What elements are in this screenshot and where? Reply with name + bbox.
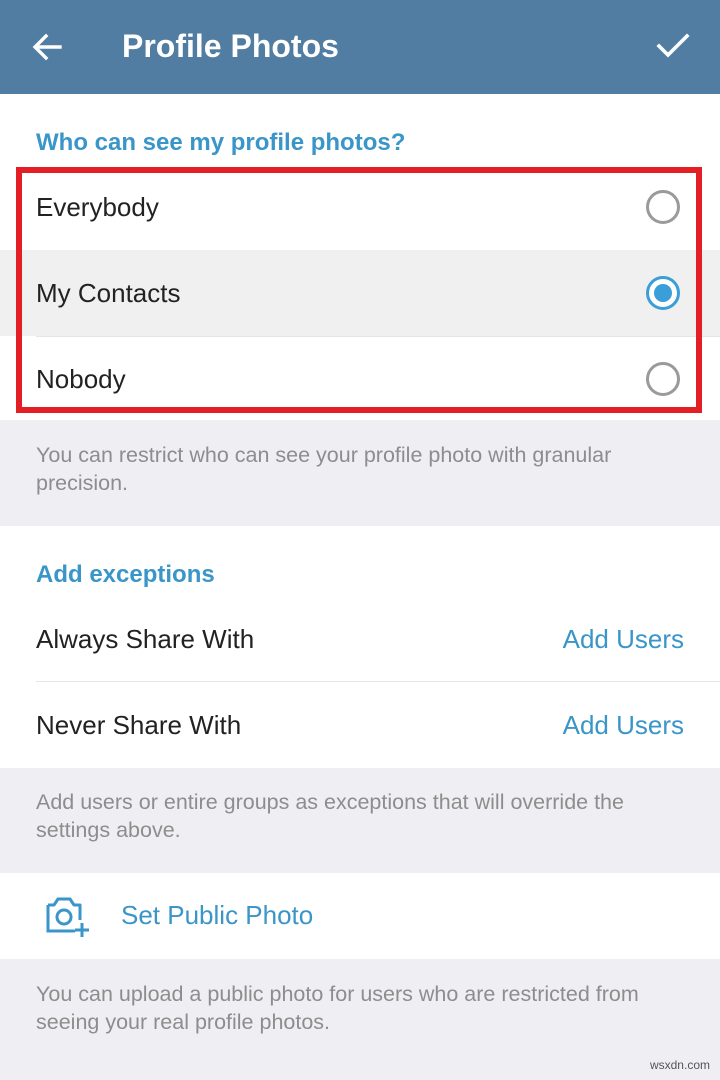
set-public-photo-label: Set Public Photo: [121, 900, 314, 930]
row-label: Always Share With: [36, 624, 255, 654]
camera-add-icon: [46, 897, 89, 937]
exceptions-header: Add exceptions: [36, 561, 215, 588]
radio-everybody[interactable]: [646, 190, 680, 224]
option-my-contacts[interactable]: My Contacts: [0, 250, 720, 336]
watermark: wsxdn.com: [649, 1058, 710, 1072]
option-everybody[interactable]: Everybody: [0, 164, 720, 250]
arrow-left-icon: [32, 33, 62, 61]
add-users-link[interactable]: Add Users: [563, 682, 684, 768]
never-share-row[interactable]: Never Share With Add Users: [0, 682, 720, 768]
public-photo-info: You can upload a public photo for users …: [36, 982, 639, 1034]
checkmark-icon: [656, 33, 690, 58]
exceptions-section: Add exceptions Always Share With Add Use…: [0, 526, 720, 768]
option-nobody[interactable]: Nobody: [0, 336, 720, 422]
visibility-section: Who can see my profile photos? Everybody…: [0, 94, 720, 420]
option-label: Nobody: [36, 364, 126, 394]
radio-dot: [654, 284, 672, 302]
exceptions-info: Add users or entire groups as exceptions…: [36, 790, 624, 842]
confirm-button[interactable]: [646, 24, 698, 70]
add-users-link[interactable]: Add Users: [563, 596, 684, 682]
option-label: Everybody: [36, 192, 159, 222]
radio-my-contacts[interactable]: [646, 276, 680, 310]
visibility-header: Who can see my profile photos?: [36, 129, 406, 156]
always-share-row[interactable]: Always Share With Add Users: [0, 596, 720, 682]
back-button[interactable]: [22, 25, 72, 69]
set-public-photo-row[interactable]: Set Public Photo: [0, 873, 720, 959]
row-label: Never Share With: [36, 710, 242, 740]
option-label: My Contacts: [36, 278, 181, 308]
visibility-info: You can restrict who can see your profil…: [36, 443, 612, 495]
app-bar: Profile Photos: [0, 0, 720, 94]
page-title: Profile Photos: [122, 28, 339, 64]
radio-nobody[interactable]: [646, 362, 680, 396]
